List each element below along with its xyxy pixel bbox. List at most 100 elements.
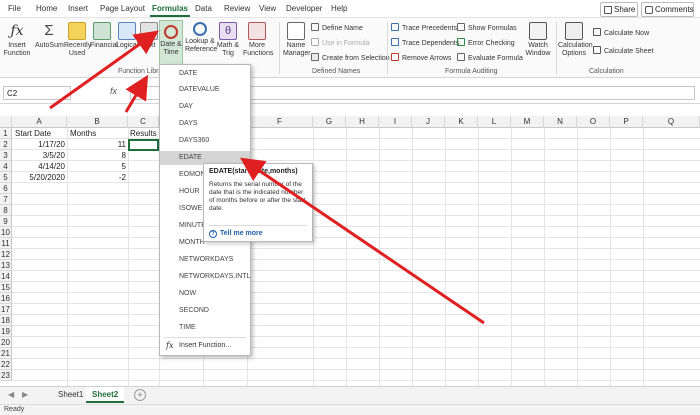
cell-b1[interactable]: Months — [68, 128, 128, 139]
dropdown-item-networkdays[interactable]: NETWORKDAYS — [160, 253, 250, 267]
cell-b3[interactable]: 8 — [68, 150, 128, 161]
column-header-i[interactable]: I — [379, 116, 412, 128]
dropdown-item-day[interactable]: DAY — [160, 100, 250, 114]
tab-view[interactable]: View — [259, 4, 276, 13]
cell-b2[interactable]: 11 — [68, 139, 128, 150]
row-header[interactable]: 8 — [0, 205, 12, 216]
dropdown-item-date[interactable]: DATE — [160, 67, 250, 81]
calculate-sheet-button[interactable]: Calculate Sheet — [593, 46, 653, 55]
dropdown-item-time[interactable]: TIME — [160, 321, 250, 335]
name-box[interactable]: C2 — [3, 86, 71, 100]
insert-function-button[interactable]: ƒx Insert Function — [3, 22, 31, 58]
row-header[interactable]: 13 — [0, 260, 12, 271]
fx-icon[interactable]: fx — [110, 86, 117, 96]
tab-insert[interactable]: Insert — [68, 4, 88, 13]
calculation-options-button[interactable]: Calculation Options — [558, 22, 593, 58]
column-header-f[interactable]: F — [247, 116, 313, 128]
tab-formulas[interactable]: Formulas — [149, 4, 191, 17]
column-header-q[interactable]: Q — [643, 116, 700, 128]
row-header[interactable]: 3 — [0, 150, 12, 161]
tab-data[interactable]: Data — [195, 4, 212, 13]
recently-used-button[interactable]: Recently Used — [64, 22, 91, 58]
more-functions-button[interactable]: More Functions — [243, 22, 273, 58]
row-header[interactable]: 23 — [0, 370, 12, 381]
tab-file[interactable]: File — [8, 4, 21, 13]
row-header[interactable]: 12 — [0, 249, 12, 260]
row-header[interactable]: 16 — [0, 293, 12, 304]
text-button[interactable]: Text — [139, 22, 159, 50]
error-checking-button[interactable]: Error Checking — [457, 38, 515, 47]
row-header[interactable]: 20 — [0, 337, 12, 348]
row-header[interactable]: 5 — [0, 172, 12, 183]
column-header-p[interactable]: P — [610, 116, 643, 128]
dropdown-item-days[interactable]: DAYS — [160, 117, 250, 131]
row-header[interactable]: 14 — [0, 271, 12, 282]
select-all-corner[interactable] — [0, 116, 12, 128]
dropdown-item-days360[interactable]: DAYS360 — [160, 134, 250, 148]
comments-button[interactable]: Comments — [641, 2, 694, 17]
sheet-tab-sheet2[interactable]: Sheet2 — [86, 387, 125, 403]
tell-me-more-link[interactable]: ? Tell me more — [209, 230, 263, 238]
cell-b4[interactable]: 5 — [68, 161, 128, 172]
evaluate-formula-button[interactable]: Evaluate Formula — [457, 53, 523, 62]
row-header[interactable]: 11 — [0, 238, 12, 249]
row-header[interactable]: 7 — [0, 194, 12, 205]
column-header-l[interactable]: L — [478, 116, 511, 128]
dropdown-item-second[interactable]: SECOND — [160, 304, 250, 318]
dropdown-item-networkdays-intl[interactable]: NETWORKDAYS.INTL — [160, 270, 250, 284]
define-name-button[interactable]: Define Name — [311, 23, 363, 32]
share-button[interactable]: Share — [600, 2, 638, 17]
cell-a1[interactable]: Start Date — [13, 128, 67, 139]
use-in-formula-button[interactable]: Use in Formula — [311, 38, 369, 47]
selected-cell-c2[interactable] — [128, 139, 159, 151]
tab-home[interactable]: Home — [36, 4, 57, 13]
cell-a4[interactable]: 4/14/20 — [13, 161, 67, 172]
row-header[interactable]: 9 — [0, 216, 12, 227]
row-header[interactable]: 2 — [0, 139, 12, 150]
trace-precedents-button[interactable]: Trace Precedents — [391, 23, 457, 32]
cell-a3[interactable]: 3/5/20 — [13, 150, 67, 161]
row-header[interactable]: 6 — [0, 183, 12, 194]
row-header[interactable]: 1 — [0, 128, 12, 139]
remove-arrows-button[interactable]: Remove Arrows — [391, 53, 451, 62]
tab-review[interactable]: Review — [224, 4, 250, 13]
row-header[interactable]: 22 — [0, 359, 12, 370]
row-header[interactable]: 18 — [0, 315, 12, 326]
name-manager-button[interactable]: Name Manager — [283, 22, 311, 58]
column-header-b[interactable]: B — [67, 116, 128, 128]
column-header-m[interactable]: M — [511, 116, 544, 128]
row-header[interactable]: 21 — [0, 348, 12, 359]
calculate-now-button[interactable]: Calculate Now — [593, 28, 649, 37]
math-trig-button[interactable]: θ Math & Trig — [216, 22, 240, 58]
cell-c1[interactable]: Results — [128, 128, 159, 139]
financial-button[interactable]: Financial — [90, 22, 118, 50]
show-formulas-button[interactable]: Show Formulas — [457, 23, 517, 32]
dropdown-item-now[interactable]: NOW — [160, 287, 250, 301]
scroll-left-icon[interactable]: ◀ — [8, 390, 14, 399]
cell-a2[interactable]: 1/17/20 — [13, 139, 67, 150]
column-header-k[interactable]: K — [445, 116, 478, 128]
tab-developer[interactable]: Developer — [286, 4, 322, 13]
row-header[interactable]: 17 — [0, 304, 12, 315]
row-header[interactable]: 15 — [0, 282, 12, 293]
dropdown-insert-function[interactable]: fx Insert Function... — [160, 339, 250, 353]
autosum-button[interactable]: Σ AutoSum — [35, 22, 64, 50]
tab-page-layout[interactable]: Page Layout — [100, 4, 145, 13]
watch-window-button[interactable]: Watch Window — [523, 22, 553, 58]
lookup-reference-button[interactable]: Lookup & Reference — [185, 22, 217, 54]
logical-button[interactable]: Logical — [116, 22, 138, 50]
add-sheet-icon[interactable]: + — [134, 389, 146, 401]
cell-b5[interactable]: -2 — [68, 172, 128, 183]
create-from-selection-button[interactable]: Create from Selection — [311, 53, 390, 62]
column-header-n[interactable]: N — [544, 116, 577, 128]
scroll-right-icon[interactable]: ▶ — [22, 390, 28, 399]
column-header-o[interactable]: O — [577, 116, 610, 128]
cell-a5[interactable]: 5/20/2020 — [13, 172, 67, 183]
dropdown-item-datevalue[interactable]: DATEVALUE — [160, 83, 250, 97]
row-header[interactable]: 19 — [0, 326, 12, 337]
column-header-h[interactable]: H — [346, 116, 379, 128]
row-header[interactable]: 10 — [0, 227, 12, 238]
date-time-button[interactable]: Date & Time — [159, 20, 183, 66]
column-header-c[interactable]: C — [128, 116, 159, 128]
column-header-j[interactable]: J — [412, 116, 445, 128]
